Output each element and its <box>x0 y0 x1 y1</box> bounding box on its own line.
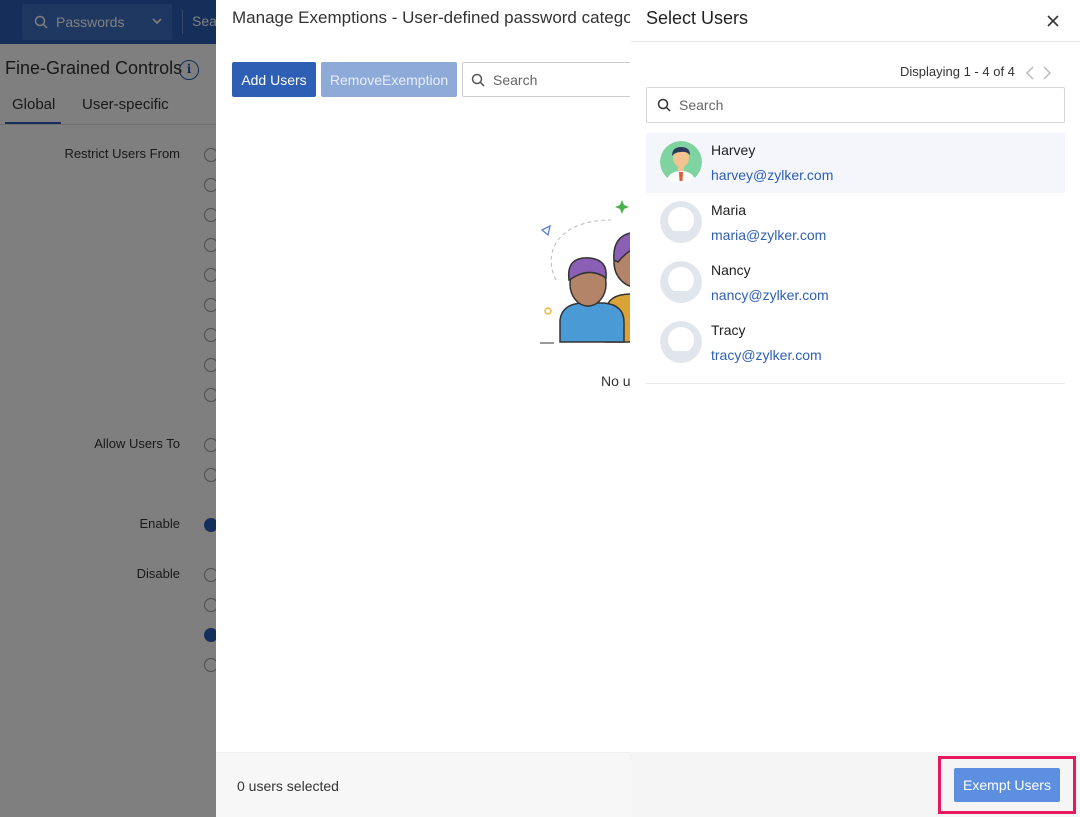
user-email: nancy@zylker.com <box>711 287 829 303</box>
panel-header: Select Users <box>630 0 1080 42</box>
exempt-button-highlight <box>938 756 1076 814</box>
default-avatar-icon <box>660 321 702 363</box>
search-icon <box>471 73 485 87</box>
remove-exemption-button[interactable]: RemoveExemption <box>321 62 457 97</box>
user-email: tracy@zylker.com <box>711 347 822 363</box>
manage-exemptions-modal: Manage Exemptions - User-defined passwor… <box>216 0 630 817</box>
empty-state-illustration <box>540 200 630 344</box>
default-avatar-icon <box>660 261 702 303</box>
user-photo-avatar <box>660 141 702 183</box>
users-search-box[interactable] <box>646 87 1065 123</box>
default-avatar-icon <box>660 201 702 243</box>
exemptions-search-input[interactable] <box>493 71 630 88</box>
close-icon[interactable] <box>1044 12 1062 30</box>
user-email: maria@zylker.com <box>711 227 827 243</box>
user-name: Harvey <box>711 142 756 158</box>
select-users-panel: Select Users Displaying 1 - 4 of 4 Harve… <box>630 0 1080 817</box>
panel-title: Select Users <box>646 8 749 28</box>
chevron-left-icon[interactable] <box>1024 66 1036 80</box>
user-name: Tracy <box>711 322 746 338</box>
user-row-maria[interactable]: Maria maria@zylker.com <box>646 193 1065 253</box>
user-list: Harvey harvey@zylker.com Maria maria@zyl… <box>646 133 1065 384</box>
search-icon <box>657 98 671 112</box>
pagination-count: Displaying 1 - 4 of 4 <box>900 64 1015 79</box>
users-search-input[interactable] <box>679 97 1039 113</box>
add-users-button[interactable]: Add Users <box>232 62 316 97</box>
exemptions-search-box[interactable] <box>462 62 630 97</box>
user-row-tracy[interactable]: Tracy tracy@zylker.com <box>646 313 1065 373</box>
selected-count-text: 0 users selected <box>237 778 339 794</box>
user-row-nancy[interactable]: Nancy nancy@zylker.com <box>646 253 1065 313</box>
chevron-right-icon[interactable] <box>1041 66 1053 80</box>
modal-title: Manage Exemptions - User-defined passwor… <box>232 8 630 27</box>
user-name: Nancy <box>711 262 751 278</box>
user-row-harvey[interactable]: Harvey harvey@zylker.com <box>646 133 1065 193</box>
modal-footer: 0 users selected <box>216 752 630 817</box>
user-email: harvey@zylker.com <box>711 167 834 183</box>
user-name: Maria <box>711 202 747 218</box>
empty-state-text: No u <box>601 373 630 389</box>
